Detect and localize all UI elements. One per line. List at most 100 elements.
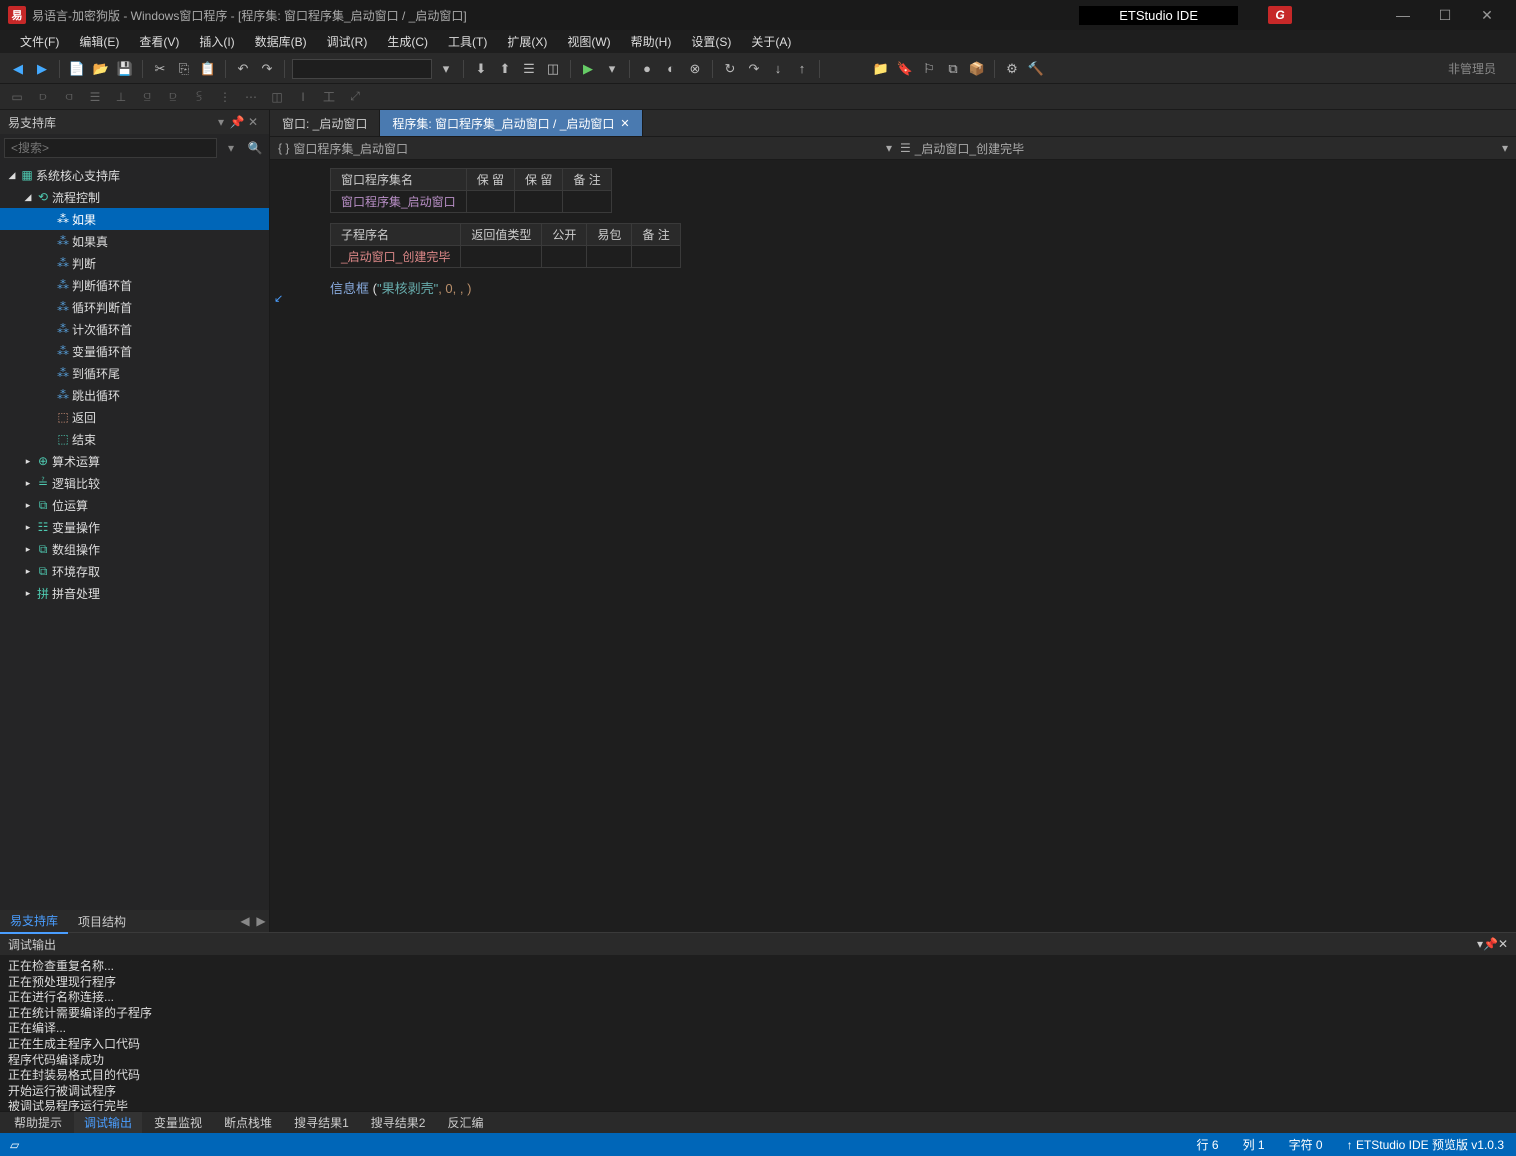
tree-cat-logic[interactable]: ▸≟逻辑比较	[0, 472, 269, 494]
output-body[interactable]: 正在检查重复名称... 正在预处理现行程序 正在进行名称连接... 正在统计需要…	[0, 955, 1516, 1111]
close-tab-icon[interactable]: ✕	[620, 117, 629, 130]
align-icon-9[interactable]: ⋮	[216, 88, 234, 106]
output-tab-disasm[interactable]: 反汇编	[437, 1112, 493, 1133]
tb-icon-2[interactable]: ⬆	[495, 59, 515, 79]
align-icon-11[interactable]: ◫	[268, 88, 286, 106]
tab-prev-icon[interactable]: ◀	[237, 914, 253, 928]
menu-insert[interactable]: 插入(I)	[189, 30, 244, 53]
copy-icon[interactable]: ⎘	[174, 59, 194, 79]
output-tab-find2[interactable]: 搜寻结果2	[361, 1112, 436, 1133]
tb-icon-5[interactable]: ▾	[602, 59, 622, 79]
sidebar-tab-project[interactable]: 项目结构	[68, 910, 136, 933]
tb-icon-13[interactable]: 📦	[967, 59, 987, 79]
sidebar-tab-library[interactable]: 易支持库	[0, 909, 68, 934]
code-editor[interactable]: 窗口程序集名保 留保 留备 注 窗口程序集_启动窗口 子程序名返回值类型公开易包…	[270, 160, 1516, 932]
new-file-icon[interactable]: 📄	[67, 59, 87, 79]
tree-cat-var[interactable]: ▸☷变量操作	[0, 516, 269, 538]
align-icon-2[interactable]: ⫐	[34, 88, 52, 106]
cut-icon[interactable]: ✂	[150, 59, 170, 79]
align-icon-1[interactable]: ▭	[8, 88, 26, 106]
align-icon-5[interactable]: ⊥	[112, 88, 130, 106]
tb-icon-11[interactable]: ⚐	[919, 59, 939, 79]
tree-root[interactable]: ◢▦系统核心支持库	[0, 164, 269, 186]
tree-item-break[interactable]: ⁂跳出循环	[0, 384, 269, 406]
tb-icon-4[interactable]: ◫	[543, 59, 563, 79]
config-dropdown[interactable]	[292, 59, 432, 79]
menu-settings[interactable]: 设置(S)	[681, 30, 741, 53]
run-icon[interactable]: ▶	[578, 59, 598, 79]
output-tab-find1[interactable]: 搜寻结果1	[284, 1112, 359, 1133]
output-tab-watch[interactable]: 变量监视	[144, 1112, 212, 1133]
maximize-button[interactable]: ☐	[1424, 1, 1466, 29]
breadcrumb-subproc[interactable]: ☰_启动窗口_创建完毕	[900, 140, 1024, 157]
tree-cat-bit[interactable]: ▸⧉位运算	[0, 494, 269, 516]
step-into-icon[interactable]: ↓	[768, 59, 788, 79]
library-tree[interactable]: ◢▦系统核心支持库 ◢⟲流程控制 ⁂如果 ⁂如果真 ⁂判断 ⁂判断循环首 ⁂循环…	[0, 162, 269, 910]
align-icon-14[interactable]: ⤢	[346, 88, 364, 106]
breadcrumb-procset[interactable]: { }窗口程序集_启动窗口	[278, 140, 408, 157]
menu-tools[interactable]: 工具(T)	[438, 30, 497, 53]
close-panel-icon[interactable]: ✕	[1498, 937, 1508, 951]
open-icon[interactable]: 📂	[91, 59, 111, 79]
align-icon-8[interactable]: ⫓	[190, 88, 208, 106]
hammer-icon[interactable]: 🔨	[1026, 59, 1046, 79]
align-icon-6[interactable]: ⫑	[138, 88, 156, 106]
align-icon-4[interactable]: ☰	[86, 88, 104, 106]
redo-icon[interactable]: ↷	[257, 59, 277, 79]
tb-icon-10[interactable]: 📁	[871, 59, 891, 79]
search-input[interactable]	[4, 138, 217, 158]
tree-cat-flow[interactable]: ◢⟲流程控制	[0, 186, 269, 208]
menu-debug[interactable]: 调试(R)	[317, 30, 378, 53]
tb-icon-3[interactable]: ☰	[519, 59, 539, 79]
align-icon-12[interactable]: I	[294, 88, 312, 106]
tree-item-dowhile[interactable]: ⁂循环判断首	[0, 296, 269, 318]
align-icon-7[interactable]: ⫒	[164, 88, 182, 106]
align-icon-3[interactable]: ⫏	[60, 88, 78, 106]
nav-fwd-icon[interactable]: ▶	[32, 59, 52, 79]
menu-edit[interactable]: 编辑(E)	[69, 30, 129, 53]
pin-icon[interactable]: 📌	[1483, 937, 1498, 951]
output-tab-debug[interactable]: 调试输出	[74, 1112, 142, 1133]
bookmark-icon[interactable]: 🔖	[895, 59, 915, 79]
menu-view[interactable]: 查看(V)	[129, 30, 189, 53]
tree-item-iftrue[interactable]: ⁂如果真	[0, 230, 269, 252]
tree-item-whilefirst[interactable]: ⁂判断循环首	[0, 274, 269, 296]
status-window-icon[interactable]: ▱	[0, 1138, 29, 1152]
gear-icon[interactable]: ⚙	[1002, 59, 1022, 79]
tree-cat-math[interactable]: ▸⊕算术运算	[0, 450, 269, 472]
output-tab-help[interactable]: 帮助提示	[4, 1112, 72, 1133]
tree-item-if[interactable]: ⁂如果	[0, 208, 269, 230]
step-out-icon[interactable]: ↑	[792, 59, 812, 79]
tb-icon-9[interactable]: ↻	[720, 59, 740, 79]
close-panel-icon[interactable]: ✕	[245, 115, 261, 129]
align-icon-13[interactable]: 工	[320, 88, 338, 106]
tree-cat-pinyin[interactable]: ▸拼拼音处理	[0, 582, 269, 604]
menu-help[interactable]: 帮助(H)	[621, 30, 682, 53]
chevron-down-icon[interactable]: ▾	[221, 138, 241, 158]
menu-database[interactable]: 数据库(B)	[245, 30, 317, 53]
menu-build[interactable]: 生成(C)	[377, 30, 438, 53]
pin-icon[interactable]: 📌	[229, 115, 245, 129]
tree-item-return[interactable]: ⬚返回	[0, 406, 269, 428]
menu-file[interactable]: 文件(F)	[10, 30, 69, 53]
tree-item-switch[interactable]: ⁂判断	[0, 252, 269, 274]
minimize-button[interactable]: —	[1382, 1, 1424, 29]
paste-icon[interactable]: 📋	[198, 59, 218, 79]
align-icon-10[interactable]: ⋯	[242, 88, 260, 106]
output-tab-stack[interactable]: 断点栈堆	[214, 1112, 282, 1133]
tree-item-varloop[interactable]: ⁂变量循环首	[0, 340, 269, 362]
tree-item-continue[interactable]: ⁂到循环尾	[0, 362, 269, 384]
menu-ext[interactable]: 扩展(X)	[497, 30, 557, 53]
tb-icon-6[interactable]: ●	[637, 59, 657, 79]
tab-next-icon[interactable]: ▶	[253, 914, 269, 928]
dropdown-icon[interactable]: ▾	[213, 115, 229, 129]
tb-icon-7[interactable]: ◐	[661, 59, 681, 79]
tb-icon-1[interactable]: ⬇	[471, 59, 491, 79]
tb-icon-8[interactable]: ⊗	[685, 59, 705, 79]
tree-cat-array[interactable]: ▸⧉数组操作	[0, 538, 269, 560]
tree-item-end[interactable]: ⬚结束	[0, 428, 269, 450]
editor-tab-window[interactable]: 窗口: _启动窗口	[270, 110, 380, 136]
step-over-icon[interactable]: ↷	[744, 59, 764, 79]
tb-icon-12[interactable]: ⧉	[943, 59, 963, 79]
close-button[interactable]: ✕	[1466, 1, 1508, 29]
